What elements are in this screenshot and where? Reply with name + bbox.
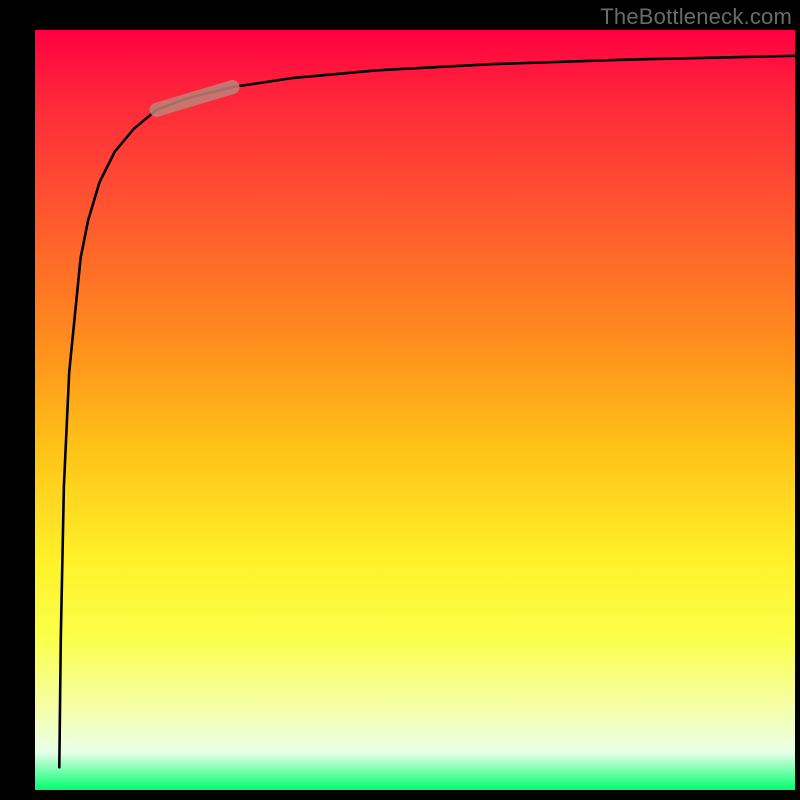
bottleneck-curve [59, 56, 795, 767]
watermark-text: TheBottleneck.com [600, 4, 792, 30]
chart-frame: TheBottleneck.com [0, 0, 800, 800]
curve-layer [35, 30, 795, 790]
curve-highlight-segment [157, 87, 233, 110]
